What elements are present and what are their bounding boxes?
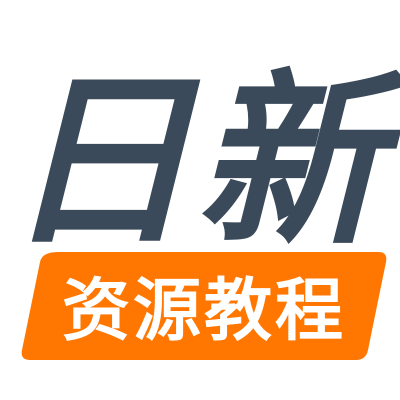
logo-canvas: 日新 资源教程	[0, 0, 400, 400]
brand-logo: 日新 资源教程	[6, 53, 400, 360]
logo-title: 日新	[6, 53, 400, 270]
logo-subtitle: 资源教程	[62, 272, 346, 351]
